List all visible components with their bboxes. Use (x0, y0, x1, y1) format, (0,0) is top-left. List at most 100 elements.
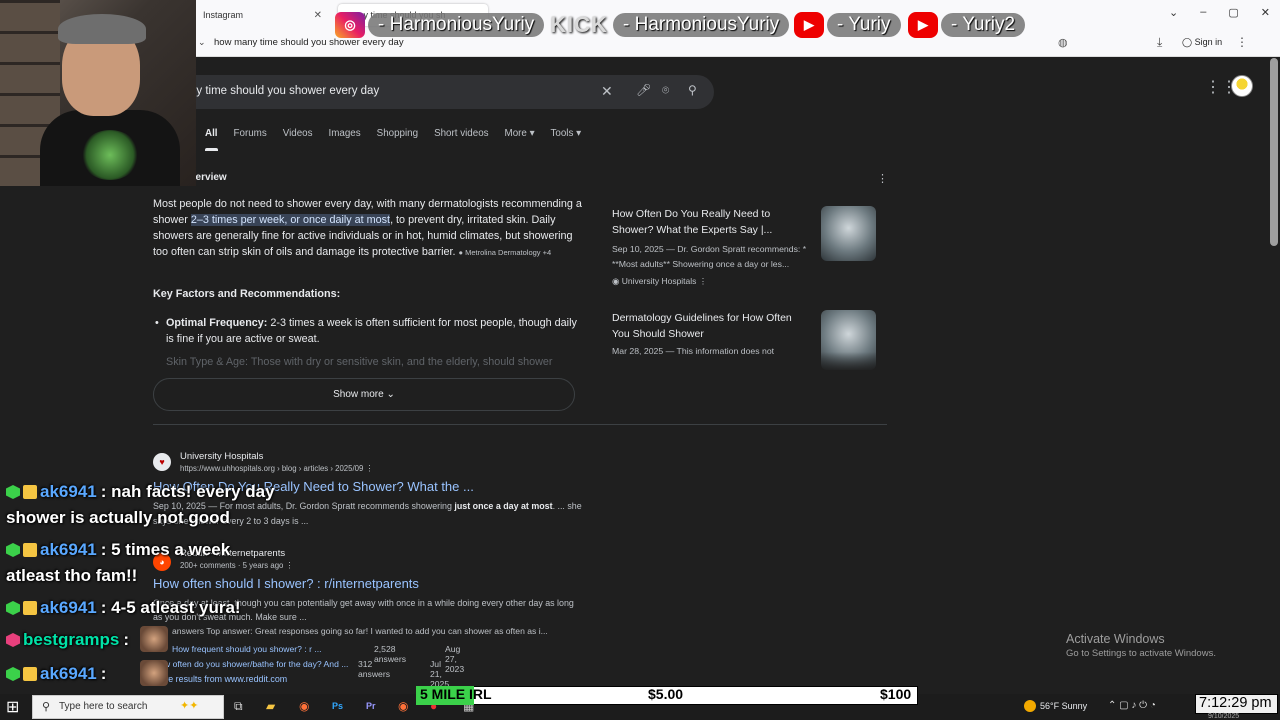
fade (602, 352, 882, 372)
sign-in-button[interactable]: ◯ Sign in (1182, 37, 1222, 48)
card-snippet: Sep 10, 2025 — Dr. Gordon Spratt recomme… (612, 244, 807, 269)
youtube-overlay: ▶ - Yuriy2 (908, 11, 1026, 39)
menu-icon[interactable]: ⋮ (1236, 35, 1248, 49)
crown-badge-icon (23, 543, 37, 557)
sub-result-title[interactable]: How often do you shower/bathe for the da… (153, 659, 348, 669)
instagram-overlay: ◎ - HarmoniousYuriy (335, 11, 545, 39)
chevron-down-icon[interactable]: ⌄ (198, 37, 206, 48)
lens-icon[interactable]: ⌾ (662, 83, 669, 98)
close-tab-icon[interactable]: ✕ (314, 10, 322, 21)
photoshop-icon[interactable]: Ps (332, 701, 343, 711)
sub-badge-icon (6, 633, 20, 647)
result-url-text: https://www.uhhospitals.org › blog › art… (180, 464, 364, 473)
mic-icon[interactable]: 🎤︎ (636, 83, 651, 97)
chat-message: ak6941: (6, 664, 106, 684)
streamer-hair (58, 14, 146, 44)
divider (153, 424, 887, 425)
download-icon[interactable]: ⤓ (1157, 35, 1162, 50)
instagram-handle: - HarmoniousYuriy (368, 13, 545, 37)
tab-tools[interactable]: Tools ▾ (551, 128, 582, 139)
chat-emote (140, 626, 168, 652)
goal-target: $100 (880, 686, 912, 702)
site-favicon: ♥ (153, 453, 171, 471)
chat-username: bestgramps (23, 630, 120, 649)
firefox-icon[interactable]: ◉ (398, 699, 408, 713)
kick-overlay: KICK - HarmoniousYuriy (548, 11, 790, 39)
sub-result[interactable]: How frequent should you shower? : r ... … (172, 644, 464, 674)
sign-in-label: Sign in (1194, 37, 1223, 47)
tab-more[interactable]: More ▾ (505, 128, 535, 139)
source-chip[interactable]: ● Metrolina Dermatology +4 (458, 248, 551, 257)
card-title[interactable]: How Often Do You Really Need to Shower? … (612, 206, 812, 238)
result-meta: 200+ comments · 5 years ago ⋮ (180, 561, 294, 570)
translate-icon[interactable]: ◍ (1058, 36, 1068, 49)
weather-widget[interactable]: 56°F Sunny (1024, 700, 1087, 712)
clear-icon[interactable]: ✕ (601, 83, 613, 100)
goal-name: 5 MILE IRL (420, 686, 492, 702)
crown-badge-icon (23, 485, 37, 499)
result-url: https://www.uhhospitals.org › blog › art… (180, 464, 374, 473)
tab-short-videos[interactable]: Short videos (434, 128, 488, 139)
chat-text: : (100, 664, 107, 683)
card-source: ◉ University Hospitals ⋮ (612, 276, 708, 286)
result-title-link[interactable]: How often should I shower? : r/internetp… (153, 576, 419, 591)
sparkle-icon: ✦✦ (180, 700, 199, 712)
result-meta-text: 200+ comments · 5 years ago (180, 561, 284, 570)
tab-label: Instagram (203, 10, 244, 20)
tab-images[interactable]: Images (329, 128, 361, 139)
tab-videos[interactable]: Videos (283, 128, 313, 139)
tab-forums[interactable]: Forums (234, 128, 267, 139)
more-results-link[interactable]: More results from www.reddit.com (153, 674, 287, 684)
chat-username: ak6941 (40, 664, 97, 683)
search-input[interactable]: ny time should you shower every day (190, 85, 379, 97)
tab-all[interactable]: All (205, 128, 218, 139)
chat-text: : 5 times a week (100, 540, 231, 559)
chevron-down-icon[interactable]: ⌄ (1169, 6, 1178, 19)
top-answer[interactable]: answers Top answer: Great responses goin… (172, 626, 592, 636)
more-options-icon[interactable]: ⋮ (877, 172, 888, 185)
show-more-button[interactable]: Show more ⌄ (153, 378, 575, 411)
chat-message-cont: shower is actually not good (6, 508, 230, 527)
task-view-icon[interactable]: ⧉ (234, 699, 243, 714)
chat-username: ak6941 (40, 540, 97, 559)
close-window-icon[interactable]: ✕ (1261, 6, 1270, 19)
faded-text: Skin Type & Age: Those with dry or sensi… (166, 356, 553, 368)
card-thumbnail[interactable] (821, 206, 876, 261)
snippet-bold: just once a day at most (454, 501, 553, 511)
bullet-label: Optimal Frequency: (166, 317, 268, 329)
premiere-icon[interactable]: Pr (366, 701, 376, 711)
maximize-icon[interactable]: ▢ (1228, 6, 1238, 19)
tab-instagram[interactable]: Instagram ✕ (195, 4, 330, 26)
clock-date: 9/10/2025 (1208, 713, 1240, 720)
sun-icon (1024, 700, 1036, 712)
source-card[interactable]: How Often Do You Really Need to Shower? … (602, 196, 882, 296)
kick-logo: KICK (550, 12, 608, 37)
tab-shopping[interactable]: Shopping (377, 128, 418, 139)
chat-emote (140, 660, 168, 686)
window-controls: ⌄ – ▢ ✕ (1169, 6, 1270, 19)
system-tray[interactable]: ⌃ ▢ ♪ ⏻ ◔ (1108, 700, 1156, 711)
result-site: University Hospitals (180, 451, 264, 462)
active-tab-indicator (205, 148, 218, 151)
taskbar-search-input[interactable]: Type here to search (59, 701, 147, 712)
sub-result-title[interactable]: How frequent should you shower? : r ... (172, 644, 322, 654)
search-icon[interactable]: ⚲ (688, 83, 697, 97)
sub-result[interactable]: How often do you shower/bathe for the da… (153, 659, 449, 689)
clock[interactable]: 7:12:29 pm (1199, 695, 1272, 711)
card-title[interactable]: Dermatology Guidelines for How Often You… (612, 310, 812, 342)
chat-message: ak6941: 5 times a week (6, 540, 230, 560)
webcam-feed (0, 0, 196, 186)
youtube-icon: ▶ (794, 12, 824, 38)
scrollbar[interactable] (1270, 58, 1278, 246)
chat-message: ak6941: 4-5 atleast yura! (6, 598, 241, 618)
avatar[interactable] (1231, 75, 1253, 97)
file-explorer-icon[interactable]: ▰ (266, 699, 275, 713)
chat-text: : 4-5 atleast yura! (100, 598, 241, 617)
answer-count: 312 answers (358, 659, 390, 679)
minimize-icon[interactable]: – (1200, 6, 1206, 19)
firefox-icon[interactable]: ◉ (299, 699, 309, 713)
ai-overview-bullet: • Optimal Frequency: 2-3 times a week is… (155, 317, 577, 345)
highlighted-text: 2–3 times per week, or once daily at mos… (190, 214, 391, 226)
windows-start-icon[interactable]: ⊞ (6, 697, 19, 717)
sub-badge-icon (6, 543, 20, 557)
